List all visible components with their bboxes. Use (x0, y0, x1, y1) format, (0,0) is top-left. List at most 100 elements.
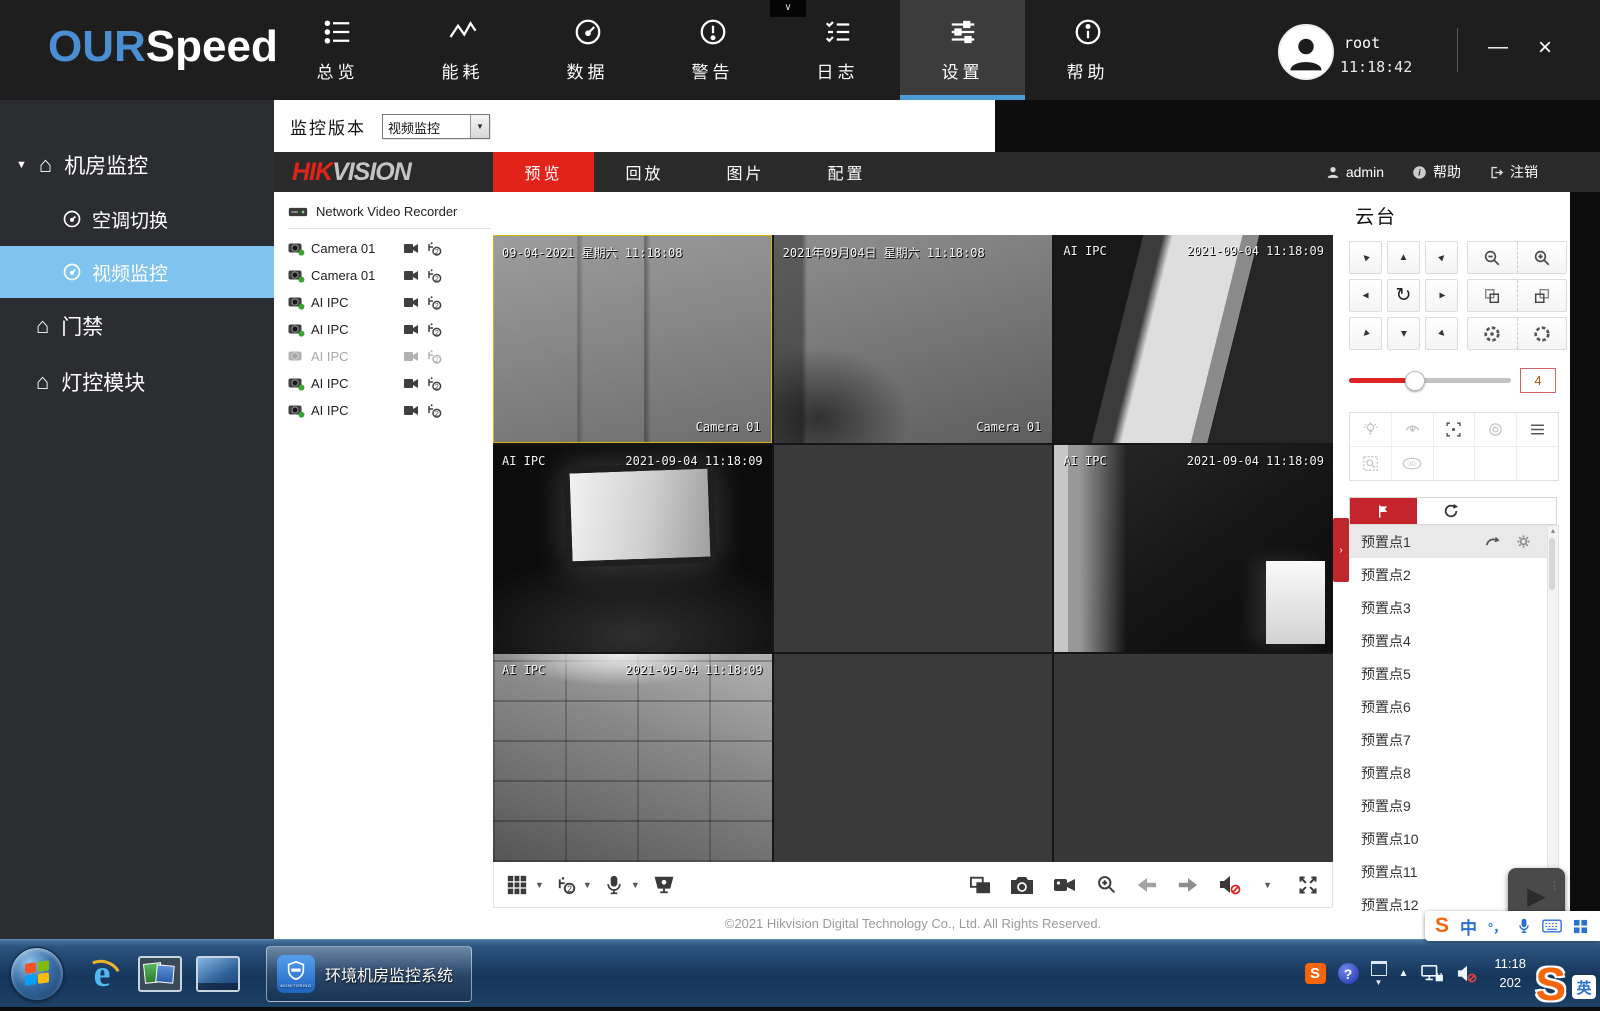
sogou-logo[interactable]: S (1435, 914, 1449, 938)
wiper-button[interactable] (1391, 413, 1433, 446)
layout-grid-button[interactable] (506, 874, 528, 896)
live-view-icon[interactable] (403, 350, 420, 363)
scroll-up-arrow[interactable]: ▲ (1550, 526, 1557, 537)
stream-dropdown-caret[interactable]: ▼ (583, 880, 592, 890)
scrollbar-thumb[interactable] (1549, 538, 1555, 590)
tab-playback[interactable]: 回放 (594, 152, 695, 192)
ptz-up-left-button[interactable]: ▲ (1349, 241, 1382, 274)
sidebar-item-access-control[interactable]: ⌂ 门禁 (0, 298, 274, 354)
hik-help-link[interactable]: i 帮助 (1412, 162, 1461, 182)
layout-dropdown-caret[interactable]: ▼ (535, 880, 544, 890)
video-cell-5-empty[interactable] (774, 445, 1053, 653)
live-view-icon[interactable] (403, 377, 420, 390)
stream-type-icon[interactable]: 2 (426, 241, 442, 256)
channel-row[interactable]: Camera 01 2 (288, 262, 490, 289)
previous-page-button[interactable] (1136, 876, 1158, 894)
iris-close-button[interactable] (1468, 318, 1517, 349)
preset-item[interactable]: 预置点1 (1349, 525, 1557, 558)
ime-punctuation[interactable]: °， (1488, 917, 1506, 936)
taskbar-photo-viewer-icon[interactable] (138, 952, 182, 996)
video-cell-4[interactable]: AI IPC 2021-09-04 11:18:09 (493, 445, 772, 653)
preset-item[interactable]: 预置点2 (1349, 558, 1557, 591)
live-view-icon[interactable] (403, 269, 420, 282)
collapse-topbar-tab[interactable]: ∨ (770, 0, 806, 17)
ptz-up-right-button[interactable]: ▲ (1425, 241, 1458, 274)
channel-row[interactable]: AI IPC 2 (288, 370, 490, 397)
sidebar-item-video-monitor[interactable]: 视频监控 (0, 246, 274, 298)
ptz-auto-scan-button[interactable]: ↻ (1387, 279, 1420, 312)
tab-presets[interactable] (1350, 498, 1417, 524)
record-button[interactable] (1053, 876, 1077, 894)
stop-all-button[interactable] (969, 875, 991, 895)
device-root[interactable]: Network Video Recorder (288, 204, 490, 219)
video-cell-8-empty[interactable] (774, 654, 1053, 862)
snapshot-button[interactable] (1010, 875, 1034, 895)
preset-item[interactable]: 预置点8 (1349, 756, 1557, 789)
live-view-icon[interactable] (403, 242, 420, 255)
fullscreen-button[interactable] (1298, 875, 1318, 895)
preset-scrollbar[interactable]: ▲ ▼ (1547, 525, 1559, 921)
ime-language-chip[interactable]: 英 (1572, 975, 1596, 999)
call-preset-icon[interactable] (1485, 535, 1501, 548)
lens-init-button[interactable] (1474, 413, 1516, 446)
zoom-in-button[interactable] (1517, 242, 1567, 273)
set-preset-gear-icon[interactable] (1516, 534, 1531, 549)
ime-keyboard-icon[interactable] (1542, 919, 1562, 933)
ime-mode-chinese[interactable]: 中 (1460, 914, 1477, 939)
admin-user[interactable]: admin (1326, 164, 1384, 180)
preset-item[interactable]: 预置点4 (1349, 624, 1557, 657)
ptz-down-right-button[interactable]: ▲ (1425, 317, 1458, 350)
select-dropdown-arrow[interactable]: ▼ (470, 115, 489, 138)
nav-item-help[interactable]: 帮助 (1025, 0, 1150, 100)
video-cell-3[interactable]: AI IPC 2021-09-04 11:18:09 (1054, 235, 1333, 443)
auxiliary-focus-button[interactable] (1433, 413, 1475, 446)
hidden-window-tray-icon[interactable]: ▼ (1371, 961, 1387, 987)
help-tray-icon[interactable]: ? (1338, 963, 1359, 984)
audio-mute-button[interactable] (1218, 874, 1242, 895)
sidebar-item-room-monitor[interactable]: ▼ ⌂ 机房监控 (0, 138, 274, 192)
nav-item-data[interactable]: 数据 (525, 0, 650, 100)
channel-row[interactable]: AI IPC 2 (288, 397, 490, 424)
monitor-version-select[interactable]: 视频监控 ▼ (382, 114, 490, 139)
digital-zoom-button[interactable] (1096, 874, 1117, 895)
nav-item-settings[interactable]: 设置 (900, 0, 1025, 100)
sidebar-item-light-control[interactable]: ⌂ 灯控模块 (0, 354, 274, 410)
stream-type-icon[interactable]: 2 (426, 322, 442, 337)
audio-dropdown-caret[interactable]: ▼ (631, 880, 640, 890)
focus-near-button[interactable] (1468, 280, 1517, 311)
slider-thumb[interactable] (1405, 371, 1425, 391)
channel-row[interactable]: Camera 01 2 (288, 235, 490, 262)
channel-row[interactable]: AI IPC 2 (288, 316, 490, 343)
logout-link[interactable]: 注销 (1489, 162, 1538, 182)
nav-item-energy[interactable]: 能耗 (400, 0, 525, 100)
network-tray-icon[interactable] (1420, 964, 1444, 984)
preset-item[interactable]: 预置点3 (1349, 591, 1557, 624)
preset-item[interactable]: 预置点7 (1349, 723, 1557, 756)
live-view-icon[interactable] (403, 323, 420, 336)
ptz-right-button[interactable]: ▲ (1425, 279, 1458, 312)
ptz-down-left-button[interactable]: ▲ (1349, 317, 1382, 350)
volume-muted-tray-icon[interactable] (1456, 964, 1478, 983)
ptz-down-button[interactable]: ▲ (1387, 317, 1420, 350)
user-avatar[interactable] (1278, 24, 1334, 80)
zoom-out-button[interactable] (1468, 242, 1517, 273)
show-hidden-icons-arrow[interactable]: ▲ (1399, 968, 1409, 979)
menu-button[interactable] (1516, 413, 1558, 446)
video-cell-2[interactable]: 2021年09月04日 星期六 11:18:08 Camera 01 (774, 235, 1053, 443)
tab-config[interactable]: 配置 (796, 152, 897, 192)
stream-type-icon[interactable]: 2 (426, 295, 442, 310)
preset-item[interactable]: 预置点9 (1349, 789, 1557, 822)
ptz-speed-input[interactable] (1520, 368, 1556, 393)
tab-picture[interactable]: 图片 (695, 152, 796, 192)
ime-toolbox-icon[interactable] (1573, 919, 1588, 934)
nav-item-alert[interactable]: 警告 (650, 0, 775, 100)
start-button[interactable] (10, 947, 64, 1001)
sogou-tray-icon[interactable]: S (1305, 963, 1326, 984)
tab-patrol-refresh[interactable] (1417, 498, 1484, 524)
panel-collapse-handle[interactable]: › (1333, 518, 1349, 582)
channel-row[interactable]: AI IPC 2 (288, 289, 490, 316)
taskbar-window-icon[interactable] (196, 952, 240, 996)
video-cell-6[interactable]: AI IPC 2021-09-04 11:18:09 (1054, 445, 1333, 653)
ime-mic-icon[interactable] (1517, 918, 1531, 935)
iris-open-button[interactable] (1517, 318, 1567, 349)
